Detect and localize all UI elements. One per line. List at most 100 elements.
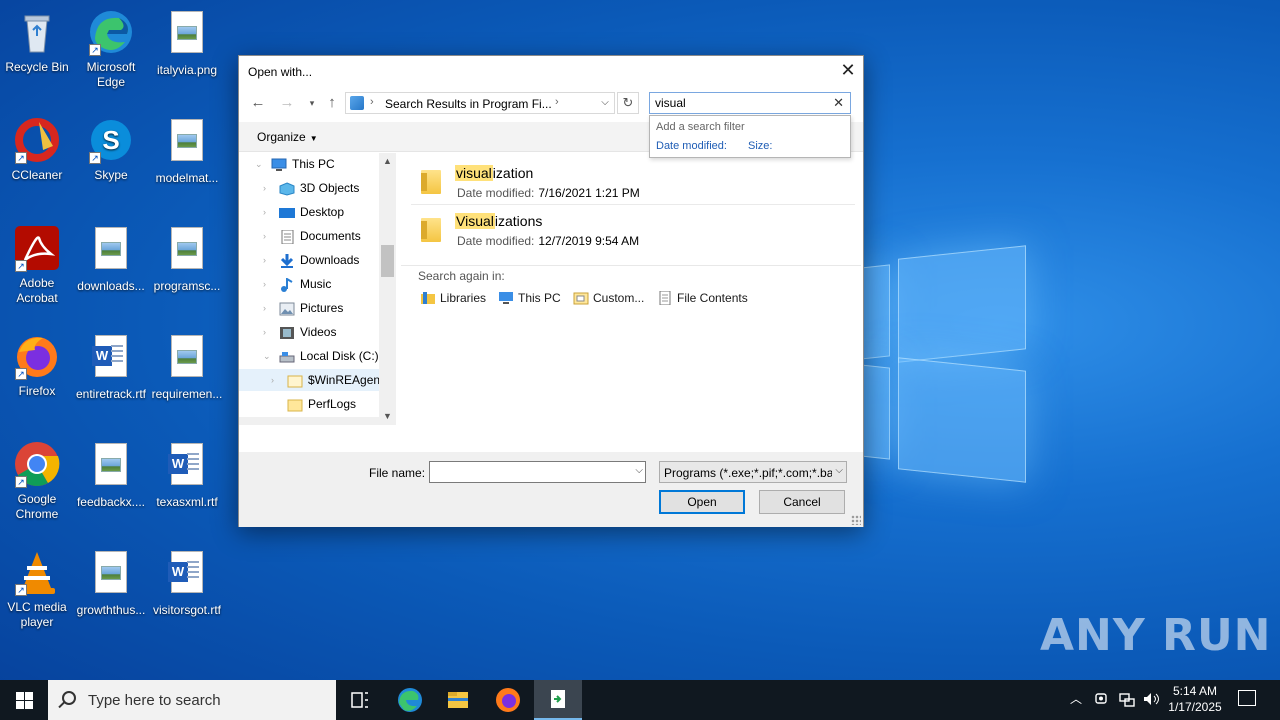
desktop-icon-ccleaner[interactable]: ↗ CCleaner [0,116,74,183]
up-arrow-icon[interactable]: ↑ [321,92,343,114]
desktop-icon-downloads-file[interactable]: downloads... [74,224,148,294]
file-name-input[interactable]: ⌵ [429,461,646,483]
cancel-button[interactable]: Cancel [759,490,845,514]
close-icon[interactable]: ✕ [833,56,863,86]
file-type-select[interactable]: Programs (*.exe;*.pif;*.com;*.ba ⌵ [659,461,847,483]
tree-item-winreagent[interactable]: › $WinREAgent [239,369,383,391]
taskbar-search-box[interactable]: Type here to search [48,680,336,720]
desktop-icon-texasxml[interactable]: W texasxml.rtf [150,440,224,510]
chevron-down-icon[interactable]: ⌵ [635,465,643,476]
open-button[interactable]: Open [659,490,745,514]
collapsed-chevron-icon[interactable]: › [263,201,275,223]
desktop-icon-google-chrome[interactable]: ↗ Google Chrome [0,440,74,522]
pc-icon [498,291,514,305]
svg-text:S: S [102,125,119,155]
desktop-icon-label: feedbackx.... [76,495,146,509]
organize-button[interactable]: Organize ▼ [257,130,318,144]
taskbar-open-with-button[interactable] [534,680,582,720]
tree-item-local-disk[interactable]: ⌄ Local Disk (C:) [239,345,379,367]
tree-item-3d-objects[interactable]: › 3D Objects [239,177,379,199]
collapsed-chevron-icon[interactable]: › [263,225,275,247]
desktop-icon-skype[interactable]: S ↗ Skype [74,116,148,183]
scroll-thumb[interactable] [381,245,394,277]
task-view-button[interactable] [336,680,384,720]
desktop-icon-growththus[interactable]: growththus... [74,548,148,618]
start-button[interactable] [0,680,48,720]
desktop-icon-programsc[interactable]: programsc... [150,224,224,294]
meet-now-icon[interactable] [1094,690,1110,720]
taskbar-firefox-button[interactable] [484,680,532,720]
clock-time: 5:14 AM [1172,684,1218,698]
image-file-icon [171,335,203,377]
search-again-libraries[interactable]: Libraries [420,291,486,305]
navigation-pane: ⌄ This PC › 3D Objects › Desktop › Docum… [239,153,397,425]
search-again-custom[interactable]: Custom... [573,291,644,305]
desktop-icon-feedbackx[interactable]: feedbackx.... [74,440,148,510]
tree-item-documents[interactable]: › Documents [239,225,379,247]
notification-center-icon[interactable] [1238,690,1256,706]
navigation-scrollbar[interactable]: ▲ ▼ [379,153,396,425]
address-dropdown-icon[interactable]: ⌵ [596,93,614,113]
collapsed-chevron-icon[interactable]: › [263,321,275,343]
scroll-up-icon[interactable]: ▲ [379,153,396,170]
search-again-this-pc[interactable]: This PC [498,291,561,305]
taskbar-edge-button[interactable] [386,680,434,720]
desktop-icon-entiretrack[interactable]: W entiretrack.rtf [74,332,148,402]
desktop-icon-recycle-bin[interactable]: Recycle Bin [0,8,74,75]
collapsed-chevron-icon[interactable]: › [271,369,283,391]
tree-item-desktop[interactable]: › Desktop [239,201,379,223]
refresh-icon[interactable]: ↻ [617,92,639,114]
desktop-icon-modelmat[interactable]: modelmat... [150,116,224,186]
tree-item-pictures[interactable]: › Pictures [239,297,379,319]
resize-grip-icon[interactable] [851,515,861,525]
desktop-icon-adobe-acrobat[interactable]: ↗ Adobe Acrobat [0,224,74,306]
collapsed-chevron-icon[interactable]: › [263,249,275,271]
tree-item-this-pc[interactable]: ⌄ This PC [239,153,379,175]
desktop-icon-vlc[interactable]: ↗ VLC media player [0,548,74,630]
desktop-icon-requiremen[interactable]: requiremen... [150,332,224,402]
taskbar-file-explorer-button[interactable] [434,680,482,720]
forward-arrow-icon[interactable]: → [276,92,298,114]
filter-size[interactable]: Size: [748,140,772,152]
adobe-acrobat-icon: ↗ [13,224,61,272]
tree-item-label: Desktop [300,205,345,219]
drive-icon [279,349,295,363]
system-clock[interactable]: 5:14 AM 1/17/2025 [1160,683,1230,715]
search-field[interactable]: ✕ [649,92,851,114]
clear-search-icon[interactable]: ✕ [833,95,844,111]
expanded-chevron-icon[interactable]: ⌄ [263,345,275,367]
collapsed-chevron-icon[interactable]: › [263,273,275,295]
desktop-icon-microsoft-edge[interactable]: ↗ Microsoft Edge [74,8,148,90]
search-input[interactable] [655,96,825,110]
desktop-icon-label: downloads... [77,279,145,293]
desktop-icon-label: Google Chrome [15,492,59,521]
desktop-icon-label: programsc... [153,279,221,293]
dialog-title-bar[interactable]: Open with... ✕ [239,56,863,86]
desktop-icon-visitorsgot[interactable]: W visitorsgot.rtf [150,548,224,618]
tree-item-videos[interactable]: › Videos [239,321,379,343]
desktop-icon-label: Skype [94,168,128,182]
tree-item-downloads[interactable]: › Downloads [239,249,379,271]
desktop-icon-italyvia[interactable]: italyvia.png [150,8,224,78]
result-item-visualizations[interactable]: Visualizations Date modified: 12/7/2019 9… [411,207,855,253]
image-file-icon [95,227,127,269]
result-item-visualization[interactable]: visualization Date modified: 7/16/2021 1:… [411,159,855,205]
volume-icon[interactable] [1142,690,1160,720]
expanded-chevron-icon[interactable]: ⌄ [255,153,267,175]
address-bar[interactable]: › Search Results in Program Fi... › ⌵ [345,92,615,114]
collapsed-chevron-icon[interactable]: › [263,177,275,199]
recent-locations-chevron-icon[interactable]: ▾ [301,92,323,114]
tree-item-music[interactable]: › Music [239,273,379,295]
show-hidden-icons-chevron-icon[interactable]: ︿ [1070,690,1082,720]
collapsed-chevron-icon[interactable]: › [263,297,275,319]
desktop-icon-firefox[interactable]: ↗ Firefox [0,332,74,399]
organize-label: Organize [257,130,306,144]
breadcrumb-chevron-icon[interactable]: › [555,96,559,108]
search-again-file-contents[interactable]: File Contents [657,290,748,306]
filter-date-modified[interactable]: Date modified: [656,140,727,152]
network-icon[interactable] [1118,690,1136,720]
search-again-link-label: Libraries [440,291,487,305]
scroll-down-icon[interactable]: ▼ [379,408,396,425]
back-arrow-icon[interactable]: ← [247,92,269,114]
tree-item-perflogs[interactable]: PerfLogs [239,393,379,415]
